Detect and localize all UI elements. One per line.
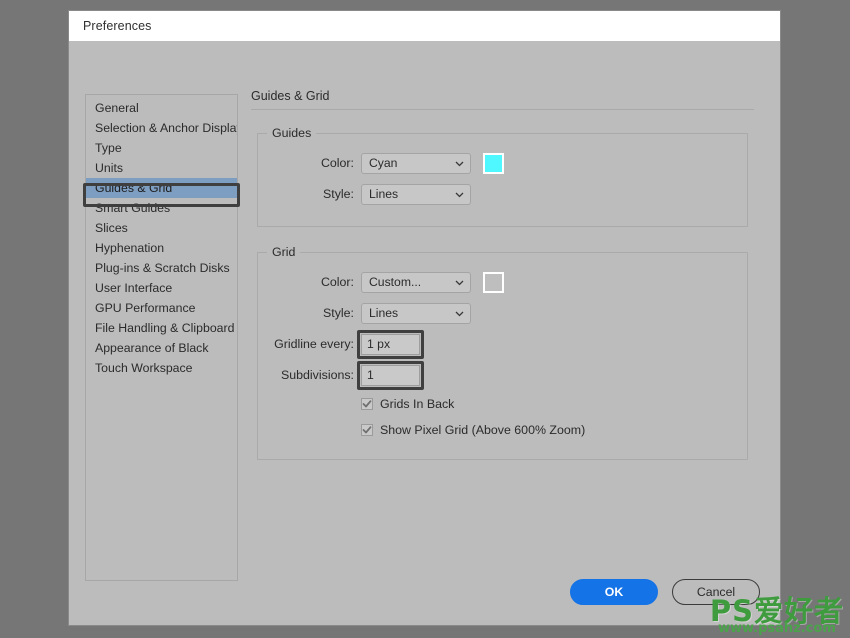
grid-color-row: Color: Custom...	[258, 269, 747, 295]
grid-style-row: Style: Lines	[258, 300, 747, 326]
guides-color-select[interactable]: Cyan	[361, 152, 471, 174]
guides-group-legend: Guides	[272, 126, 312, 140]
dialog-footer: OK Cancel	[570, 579, 760, 605]
annotation-rect-gridline-every: 1 px	[357, 329, 424, 359]
sidebar-item-guides-grid[interactable]: Guides & Grid	[86, 178, 237, 198]
sidebar-item-units[interactable]: Units	[86, 158, 237, 178]
panel-divider	[251, 109, 754, 110]
dialog-titlebar: Preferences	[69, 11, 780, 41]
chevron-down-icon	[455, 309, 464, 318]
show-pixel-grid-label: Show Pixel Grid (Above 600% Zoom)	[380, 423, 586, 437]
grid-color-select[interactable]: Custom...	[361, 271, 471, 293]
guides-color-label: Color:	[320, 156, 354, 170]
guides-style-value: Lines	[369, 187, 399, 201]
gridline-every-label: Gridline every:	[274, 337, 354, 351]
guides-color-swatch[interactable]	[483, 152, 504, 174]
show-pixel-grid-row[interactable]: Show Pixel Grid (Above 600% Zoom)	[361, 419, 747, 441]
grid-style-label: Style:	[323, 306, 354, 320]
grid-color-label: Color:	[320, 275, 354, 289]
guides-color-value: Cyan	[369, 156, 398, 170]
grids-in-back-label: Grids In Back	[380, 397, 455, 411]
subdivisions-label: Subdivisions:	[280, 368, 354, 382]
guides-group: Guides Color: Cyan Style: Lines	[257, 126, 748, 227]
guides-style-row: Style: Lines	[258, 181, 747, 207]
sidebar-item-file-handling-clipboard[interactable]: File Handling & Clipboard	[86, 318, 237, 338]
gridline-every-input[interactable]: 1 px	[361, 333, 420, 355]
sidebar-item-plug-ins-scratch-disks[interactable]: Plug-ins & Scratch Disks	[86, 258, 237, 278]
checkbox-checked-icon[interactable]	[361, 398, 373, 410]
panel-title: Guides & Grid	[251, 89, 330, 103]
sidebar-item-type[interactable]: Type	[86, 138, 237, 158]
cancel-button[interactable]: Cancel	[672, 579, 760, 605]
gridline-every-row: Gridline every: 1 px	[258, 329, 747, 359]
chevron-down-icon	[455, 159, 464, 168]
sidebar-item-hyphenation[interactable]: Hyphenation	[86, 238, 237, 258]
dialog-body: General Selection & Anchor Display Type Uni…	[69, 41, 780, 625]
ok-button[interactable]: OK	[570, 579, 658, 605]
sidebar-item-appearance-of-black[interactable]: Appearance of Black	[86, 338, 237, 358]
chevron-down-icon	[455, 190, 464, 199]
grid-color-value: Custom...	[369, 275, 422, 289]
chevron-down-icon	[455, 278, 464, 287]
sidebar-item-gpu-performance[interactable]: GPU Performance	[86, 298, 237, 318]
dialog-title: Preferences	[83, 19, 152, 33]
grid-style-select[interactable]: Lines	[361, 302, 471, 324]
sidebar-item-slices[interactable]: Slices	[86, 218, 237, 238]
preferences-category-list[interactable]: General Selection & Anchor Display Type Uni…	[85, 94, 238, 581]
sidebar-item-touch-workspace[interactable]: Touch Workspace	[86, 358, 237, 378]
guides-color-row: Color: Cyan	[258, 150, 747, 176]
grid-color-swatch[interactable]	[483, 271, 504, 293]
checkbox-checked-icon[interactable]	[361, 424, 373, 436]
annotation-rect-subdivisions: 1	[357, 360, 424, 390]
grid-group-legend: Grid	[272, 245, 296, 259]
grid-group: Grid Color: Custom... Style: Lines Gridl…	[257, 245, 748, 460]
sidebar-item-selection-anchor-display[interactable]: Selection & Anchor Display	[86, 118, 237, 138]
sidebar-item-general[interactable]: General	[86, 98, 237, 118]
subdivisions-row: Subdivisions: 1	[258, 360, 747, 390]
preferences-panel: Guides & Grid Guides Color: Cyan Style: …	[251, 89, 760, 478]
sidebar-item-smart-guides[interactable]: Smart Guides	[86, 198, 237, 218]
grids-in-back-row[interactable]: Grids In Back	[361, 393, 747, 415]
grid-style-value: Lines	[369, 306, 399, 320]
sidebar-item-user-interface[interactable]: User Interface	[86, 278, 237, 298]
preferences-dialog: Preferences General Selection & Anchor Di…	[68, 10, 781, 626]
subdivisions-input[interactable]: 1	[361, 364, 420, 386]
guides-style-select[interactable]: Lines	[361, 183, 471, 205]
guides-style-label: Style:	[323, 187, 354, 201]
